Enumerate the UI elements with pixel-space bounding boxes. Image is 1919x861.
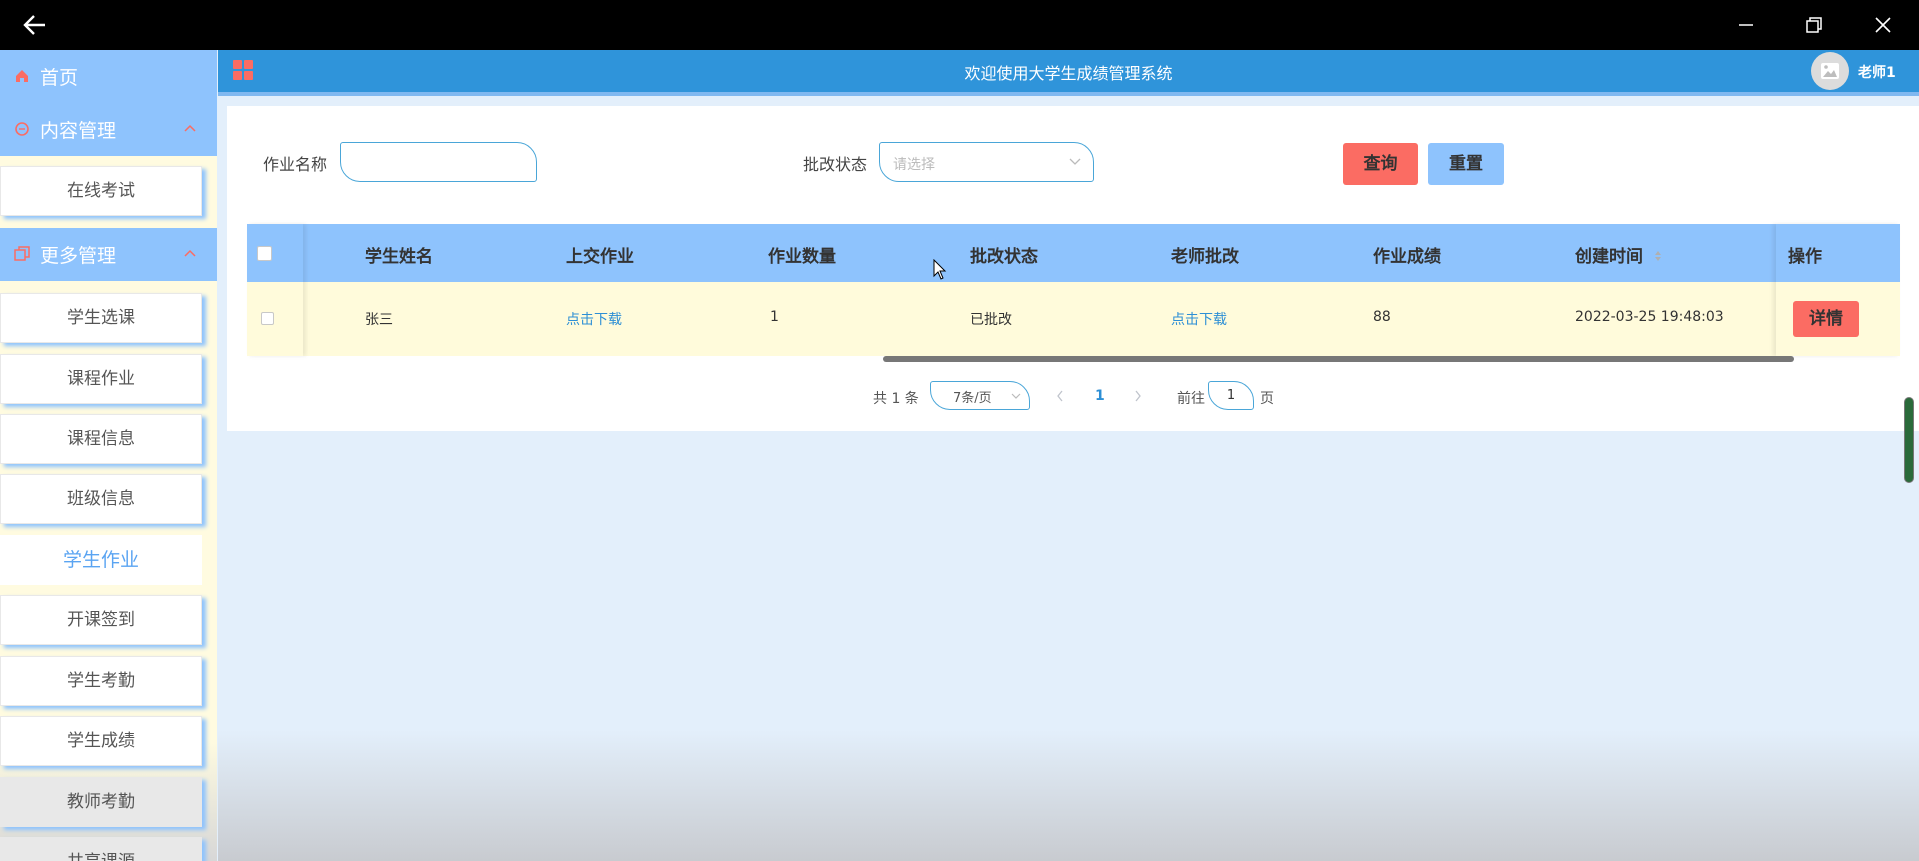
goto-page-input[interactable]: 1 — [1208, 381, 1254, 410]
image-icon — [1821, 63, 1839, 79]
chevron-down-icon — [1069, 158, 1081, 165]
total-count: 共 1 条 — [873, 391, 919, 407]
restore-icon[interactable] — [1799, 10, 1829, 40]
review-status-select[interactable]: 请选择 — [879, 142, 1094, 182]
table-header: 学生姓名 上交作业 作业数量 批改状态 老师批改 作业成绩 创建时间 操作 — [247, 224, 1900, 282]
select-placeholder: 请选择 — [893, 157, 935, 173]
avatar[interactable] — [1811, 52, 1849, 90]
sidebar-item-online-exam[interactable]: 在线考试 — [0, 166, 202, 216]
column-header: 老师批改 — [1171, 247, 1239, 267]
cell-score: 88 — [1373, 309, 1391, 325]
query-button[interactable]: 查询 — [1343, 143, 1418, 185]
window-titlebar — [0, 0, 1919, 50]
app-header: 欢迎使用大学生成绩管理系统 老师1 — [218, 50, 1919, 96]
home-icon — [16, 70, 28, 82]
column-header: 上交作业 — [566, 247, 634, 267]
sidebar-group-more[interactable]: 更多管理 — [0, 228, 217, 281]
page-size-value: 7条/页 — [953, 391, 992, 406]
sidebar-item-home[interactable]: 首页 — [0, 50, 217, 103]
username[interactable]: 老师1 — [1858, 62, 1896, 82]
cell-student: 张三 — [365, 312, 393, 328]
chevron-up-icon — [184, 249, 196, 257]
sidebar-item-teacher-attendance[interactable]: 教师考勤 — [0, 777, 202, 827]
cell-count: 1 — [770, 309, 779, 325]
sidebar-item-course-homework[interactable]: 课程作业 — [0, 354, 202, 404]
sidebar-item-course-selection[interactable]: 学生选课 — [0, 293, 202, 343]
minimize-icon[interactable] — [1731, 10, 1761, 40]
sort-icon[interactable] — [1653, 250, 1663, 262]
review-download-link[interactable]: 点击下载 — [1171, 309, 1227, 329]
sidebar-item-class-info[interactable]: 班级信息 — [0, 474, 202, 524]
chevron-left-icon[interactable] — [1055, 389, 1065, 403]
column-header: 作业数量 — [768, 247, 836, 267]
chevron-down-icon — [1011, 393, 1021, 399]
cell-created: 2022-03-25 19:48:03 — [1575, 309, 1724, 325]
sidebar-item-label: 首页 — [40, 67, 79, 89]
close-icon[interactable] — [1868, 10, 1898, 40]
sidebar-group-label: 内容管理 — [40, 120, 117, 142]
homework-name-label: 作业名称 — [263, 155, 328, 174]
column-header-sortable[interactable]: 创建时间 — [1575, 242, 1663, 267]
page-size-select[interactable]: 7条/页 — [930, 381, 1030, 410]
cell-status: 已批改 — [970, 312, 1012, 328]
page-number-current[interactable]: 1 — [1095, 388, 1105, 404]
review-status-label: 批改状态 — [803, 155, 868, 174]
copy-icon — [14, 246, 30, 261]
vertical-scrollbar[interactable] — [1904, 397, 1914, 483]
column-header-label: 创建时间 — [1575, 247, 1643, 267]
goto-prefix: 前往 — [1177, 391, 1205, 407]
table-row: 张三 点击下载 1 已批改 点击下载 88 2022-03-25 19:48:0… — [247, 282, 1900, 356]
sidebar-item-shared-courses[interactable]: 共享课源 — [0, 837, 202, 861]
arrow-left-icon[interactable] — [20, 10, 50, 40]
page-title: 欢迎使用大学生成绩管理系统 — [964, 64, 1173, 83]
reset-button[interactable]: 重置 — [1428, 143, 1504, 185]
mouse-cursor-icon — [933, 259, 947, 280]
fixed-column-left — [247, 224, 303, 356]
column-header: 作业成绩 — [1373, 247, 1441, 267]
bottom-shade — [218, 730, 1919, 861]
horizontal-scrollbar[interactable] — [883, 356, 1794, 362]
sidebar-item-student-grades[interactable]: 学生成绩 — [0, 716, 202, 766]
homework-name-input[interactable] — [340, 142, 537, 182]
sidebar-item-course-info[interactable]: 课程信息 — [0, 414, 202, 464]
circle-icon — [15, 122, 29, 136]
column-header: 批改状态 — [970, 247, 1038, 267]
sidebar: 首页 内容管理 在线考试 更多管理 学生选课 课程作业 课程信息 班级信息 学生… — [0, 50, 217, 861]
submit-download-link[interactable]: 点击下载 — [566, 309, 622, 329]
column-header: 学生姓名 — [365, 247, 433, 267]
sidebar-group-label: 更多管理 — [40, 245, 117, 267]
goto-suffix: 页 — [1260, 391, 1274, 407]
sidebar-item-student-homework[interactable]: 学生作业 — [0, 535, 202, 585]
sidebar-group-content[interactable]: 内容管理 — [0, 103, 217, 156]
fixed-column-right — [1776, 224, 1900, 356]
sidebar-item-class-checkin[interactable]: 开课签到 — [0, 595, 202, 645]
sidebar-item-student-attendance[interactable]: 学生考勤 — [0, 656, 202, 706]
chevron-up-icon — [184, 124, 196, 132]
chevron-right-icon[interactable] — [1133, 389, 1143, 403]
